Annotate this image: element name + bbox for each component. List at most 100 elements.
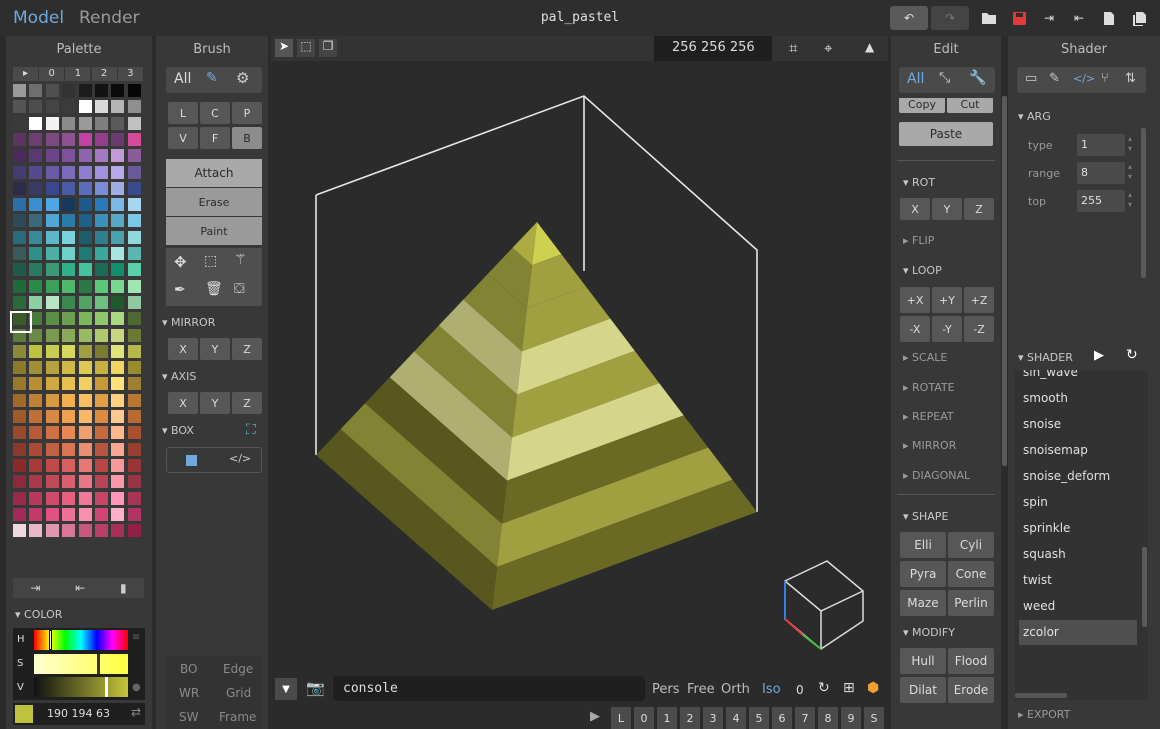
palette-swatch[interactable] [127, 116, 141, 130]
palette-swatch[interactable] [13, 393, 26, 407]
modify-hull-button[interactable]: Hull [900, 648, 946, 674]
palette-swatch[interactable] [62, 442, 76, 456]
palette-swatch[interactable] [45, 247, 59, 260]
palette-swatch[interactable] [78, 328, 92, 342]
palette-swatch[interactable] [95, 507, 108, 521]
palette-swatch[interactable] [127, 312, 141, 326]
tree-icon[interactable]: ⑂ [1101, 71, 1109, 86]
menu-icon[interactable]: ≡ [132, 632, 140, 643]
palette-swatch[interactable] [111, 458, 125, 472]
palette-swatch[interactable] [13, 116, 26, 130]
palette-page-tab[interactable]: 1 [65, 67, 91, 81]
palette-swatch[interactable] [62, 165, 76, 179]
palette-swatch[interactable] [62, 458, 76, 472]
palette-swatch[interactable] [62, 149, 76, 163]
palette-swatch[interactable] [78, 344, 92, 358]
palette-swatch[interactable] [95, 491, 108, 505]
modify-section[interactable]: ▾ MODIFY [903, 626, 955, 639]
palette-swatch[interactable] [29, 149, 43, 163]
palette-swatch[interactable] [111, 377, 125, 391]
diagonal-section[interactable]: ▸ DIAGONAL [903, 469, 970, 482]
modify-flood-button[interactable]: Flood [948, 648, 994, 674]
palette-swatch[interactable] [111, 344, 125, 358]
palette-swatch[interactable] [111, 247, 125, 260]
palette-swatch[interactable] [45, 328, 59, 342]
palette-swatch[interactable] [45, 279, 59, 293]
palette-swatch[interactable] [29, 377, 43, 391]
view-orth[interactable]: Orth [721, 682, 750, 697]
palette-swatch[interactable] [111, 116, 125, 130]
loop-button[interactable]: -Z [964, 316, 994, 342]
palette-swatch[interactable] [127, 491, 141, 505]
palette-swatch[interactable] [29, 214, 43, 228]
palette-swatch[interactable] [95, 524, 108, 538]
palette-swatch[interactable] [111, 181, 125, 195]
palette-swatch[interactable] [127, 361, 141, 375]
palette-swatch[interactable] [78, 181, 92, 195]
palette-swatch[interactable] [29, 524, 43, 538]
palette-swatch[interactable] [95, 230, 108, 244]
palette-swatch[interactable] [13, 181, 26, 195]
palette-swatch[interactable] [127, 410, 141, 423]
palette-swatch[interactable] [29, 116, 43, 130]
palette-swatch[interactable] [111, 279, 125, 293]
arg-input[interactable]: 255 [1077, 190, 1125, 212]
export-section[interactable]: ▸ EXPORT [1018, 708, 1070, 721]
rotate-section[interactable]: ▸ ROTATE [903, 381, 955, 394]
palette-swatch[interactable] [127, 279, 141, 293]
palette-swatch[interactable] [13, 410, 26, 423]
palette-swatch[interactable] [13, 247, 26, 260]
shape-cone-button[interactable]: Cone [948, 561, 994, 587]
palette-swatch[interactable] [62, 295, 76, 309]
palette-swatch[interactable] [127, 165, 141, 179]
palette-swatch[interactable] [95, 426, 108, 440]
brush-shape-l[interactable]: L [168, 102, 198, 124]
palette-swatch[interactable] [95, 198, 108, 212]
layout-icon[interactable]: ⊞ [843, 680, 855, 696]
palette-swatch[interactable] [127, 507, 141, 521]
palette-swatch[interactable] [111, 84, 125, 97]
stepper-icon[interactable]: ▴ ▾ [1128, 134, 1132, 154]
palette-swatch[interactable] [127, 84, 141, 97]
palette-swatch[interactable] [95, 116, 108, 130]
shader-list-item[interactable]: squash [1019, 542, 1137, 567]
rot-xyz-z-button[interactable]: Z [964, 198, 994, 220]
palette-swatch[interactable] [127, 524, 141, 538]
palette-swatch[interactable] [127, 475, 141, 489]
slot-button[interactable]: 5 [749, 707, 769, 729]
palette-swatch[interactable] [29, 165, 43, 179]
palette-swatch[interactable] [13, 377, 26, 391]
console-toggle-icon[interactable]: ▼ [275, 678, 297, 700]
modify-erode-button[interactable]: Erode [948, 677, 994, 703]
palette-swatch[interactable] [29, 426, 43, 440]
slot-button[interactable]: 8 [818, 707, 838, 729]
new-file-icon[interactable] [1101, 10, 1117, 26]
palette-swatch[interactable] [95, 377, 108, 391]
magic-wand-icon[interactable]: ⚚ [234, 252, 247, 268]
palette-swatch[interactable] [95, 263, 108, 277]
palette-swatch[interactable] [62, 214, 76, 228]
palette-swatch[interactable] [78, 214, 92, 228]
palette-swatch[interactable] [45, 393, 59, 407]
palette-swatch[interactable] [45, 312, 59, 326]
palette-swatch[interactable] [78, 442, 92, 456]
voxel-scene[interactable] [271, 61, 888, 673]
view-iso[interactable]: Iso [762, 682, 781, 697]
palette-swatch[interactable] [78, 475, 92, 489]
palette-swatch[interactable] [29, 393, 43, 407]
palette-swatch[interactable] [13, 458, 26, 472]
brush-shape-c[interactable]: C [200, 102, 230, 124]
palette-swatch[interactable] [45, 442, 59, 456]
palette-swatch[interactable] [29, 458, 43, 472]
toggle-sw[interactable]: SW [179, 710, 198, 724]
palette-swatch[interactable] [78, 393, 92, 407]
shader-list-item[interactable]: sin_wave [1019, 370, 1137, 385]
palette-swatch[interactable] [78, 410, 92, 423]
palette-swatch[interactable] [29, 344, 43, 358]
scale-section[interactable]: ▸ SCALE [903, 351, 947, 364]
palette-swatch[interactable] [29, 442, 43, 456]
saturation-slider[interactable] [34, 654, 128, 674]
palette-swatch[interactable] [127, 132, 141, 146]
play-icon[interactable]: ▶ [1094, 348, 1104, 363]
palette-swatch[interactable] [45, 458, 59, 472]
